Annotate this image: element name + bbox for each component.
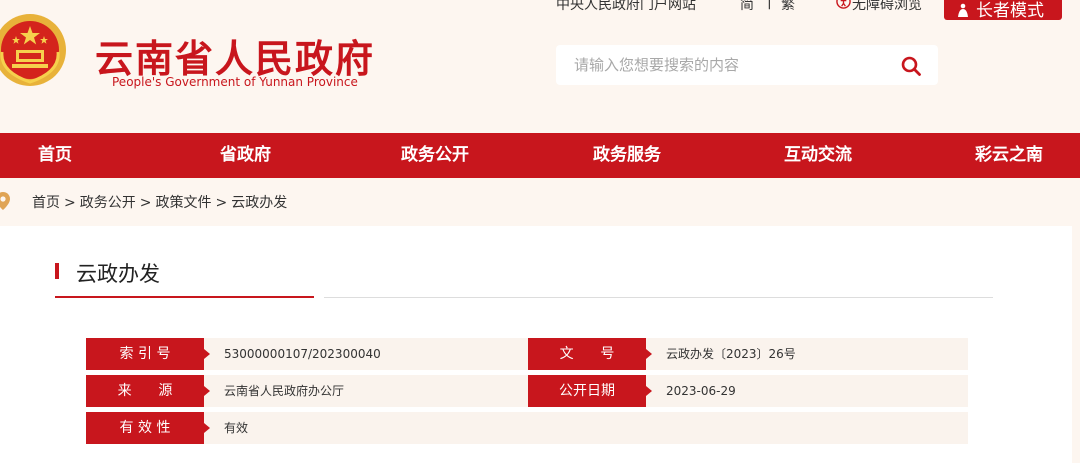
- document-number-label: 文 号: [528, 338, 652, 370]
- breadcrumb-home[interactable]: 首页: [32, 195, 60, 211]
- traditional-chinese-link[interactable]: 繁: [781, 0, 795, 14]
- publish-date-label: 公开日期: [528, 375, 652, 407]
- index-number-label: 索 引 号: [86, 338, 210, 370]
- accessibility-link[interactable]: 无障碍浏览: [852, 0, 922, 14]
- site-header: 云南省人民政府 People's Government of Yunnan Pr…: [0, 0, 1080, 133]
- nav-item-interaction[interactable]: 互动交流: [784, 133, 852, 178]
- breadcrumb-separator: >: [139, 195, 152, 211]
- section-divider: [324, 297, 993, 298]
- section-title-marker: [55, 263, 59, 279]
- nav-item-colorful-yunnan[interactable]: 彩云之南: [975, 133, 1043, 178]
- elder-person-icon: [958, 3, 968, 17]
- source-value: 云南省人民政府办公厅: [224, 384, 345, 398]
- breadcrumb-government-affairs[interactable]: 政务公开: [80, 195, 136, 211]
- site-subtitle: People's Government of Yunnan Province: [112, 75, 358, 89]
- simplified-chinese-link[interactable]: 简: [740, 0, 754, 14]
- publish-date-value: 2023-06-29: [666, 384, 736, 398]
- breadcrumb-trail: 首页 > 政务公开 > 政策文件 > 云政办发: [32, 192, 287, 212]
- nav-item-government-services[interactable]: 政务服务: [593, 133, 661, 178]
- elder-mode-label: 长者模式: [976, 1, 1044, 21]
- breadcrumb-separator: >: [215, 195, 228, 211]
- accessibility-icon[interactable]: [836, 0, 851, 13]
- section-underline-accent: [55, 296, 314, 298]
- nav-item-home[interactable]: 首页: [38, 133, 72, 178]
- section-title: 云政办发: [76, 262, 160, 286]
- nav-item-provincial-government[interactable]: 省政府: [220, 133, 271, 178]
- location-pin-icon: [0, 192, 10, 210]
- content-panel: 云政办发 索 引 号 53000000107/202300040 文 号 云政办…: [0, 226, 1072, 463]
- document-number-value: 云政办发〔2023〕26号: [666, 347, 796, 361]
- breadcrumb-separator: >: [64, 195, 76, 211]
- search-input[interactable]: [556, 45, 876, 85]
- metadata-row: 来 源 云南省人民政府办公厅 公开日期 2023-06-29: [86, 375, 968, 407]
- metadata-row: 有 效 性 有效: [86, 412, 968, 444]
- central-portal-link[interactable]: 中央人民政府门户网站: [556, 0, 696, 14]
- validity-label: 有 效 性: [86, 412, 210, 444]
- validity-value: 有效: [224, 421, 249, 435]
- main-nav: 首页 省政府 政务公开 政务服务 互动交流 彩云之南: [0, 133, 1080, 178]
- elder-mode-button[interactable]: 长者模式: [944, 0, 1062, 21]
- breadcrumb-policy-documents[interactable]: 政策文件: [155, 195, 211, 211]
- source-label: 来 源: [86, 375, 210, 407]
- breadcrumb-current[interactable]: 云政办发: [231, 195, 287, 211]
- search-icon[interactable]: [900, 55, 922, 77]
- language-divider: |: [767, 0, 772, 10]
- search-bar: [556, 45, 938, 85]
- metadata-row: 索 引 号 53000000107/202300040 文 号 云政办发〔202…: [86, 338, 968, 370]
- breadcrumb: 首页 > 政务公开 > 政策文件 > 云政办发: [0, 178, 1080, 224]
- index-number-value: 53000000107/202300040: [224, 347, 381, 361]
- nav-item-government-affairs[interactable]: 政务公开: [401, 133, 469, 178]
- national-emblem-icon[interactable]: [0, 12, 68, 88]
